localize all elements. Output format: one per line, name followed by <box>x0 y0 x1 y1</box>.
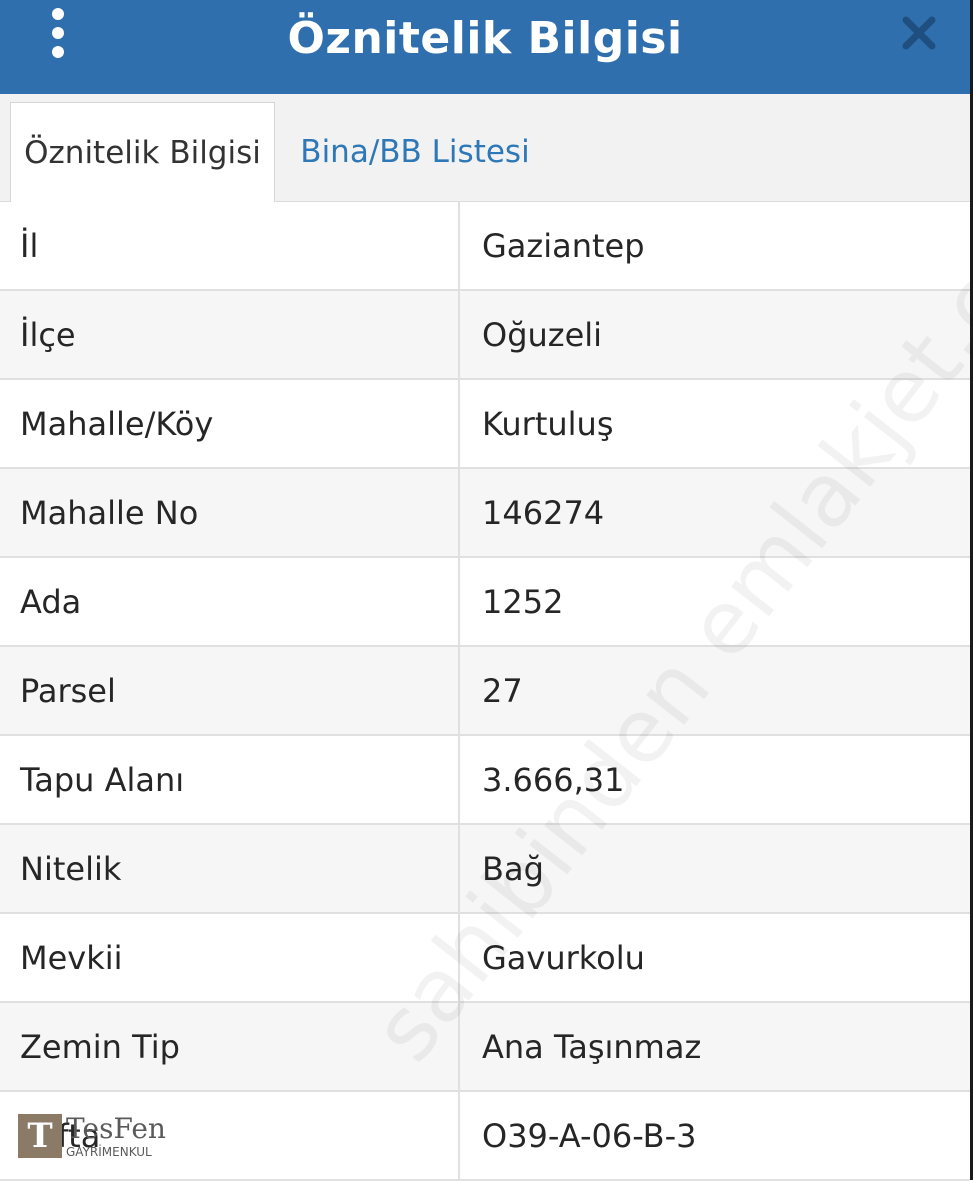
tab-bar: Öznitelik Bilgisi Bina/BB Listesi <box>0 94 970 202</box>
row-label: Zemin Tip <box>0 1003 460 1090</box>
table-row: Zemin Tip Ana Taşınmaz <box>0 1003 970 1092</box>
table-row: Mahalle/Köy Kurtuluş <box>0 380 970 469</box>
logo-text: TesFen GAYRİMENKUL <box>66 1111 166 1159</box>
close-icon[interactable] <box>898 12 940 54</box>
row-value: 3.666,31 <box>482 760 625 799</box>
row-label: Mahalle No <box>0 469 460 556</box>
row-value: 146274 <box>482 493 605 532</box>
row-value: O39-A-06-B-3 <box>482 1116 697 1155</box>
row-label: İlçe <box>0 291 460 378</box>
row-label: İl <box>0 202 460 289</box>
menu-dot <box>52 27 64 39</box>
logo-mark: T <box>18 1114 62 1158</box>
row-label: Mevkii <box>0 914 460 1001</box>
row-label: Tapu Alanı <box>0 736 460 823</box>
tab-bina-bb-listesi[interactable]: Bina/BB Listesi <box>285 102 545 202</box>
row-value: Bağ <box>482 849 544 888</box>
row-label: Mahalle/Köy <box>0 380 460 467</box>
row-value: Ana Taşınmaz <box>482 1027 702 1066</box>
menu-dot <box>52 8 64 20</box>
table-row: Mahalle No 146274 <box>0 469 970 558</box>
row-value: Gavurkolu <box>482 938 645 977</box>
row-value: Gaziantep <box>482 226 645 265</box>
logo-subtitle: GAYRİMENKUL <box>66 1144 152 1159</box>
table-row: Mevkii Gavurkolu <box>0 914 970 1003</box>
table-row: İlçe Oğuzeli <box>0 291 970 380</box>
row-label: Nitelik <box>0 825 460 912</box>
row-label: Parsel <box>0 647 460 734</box>
tab-oznitelik-bilgisi[interactable]: Öznitelik Bilgisi <box>10 102 275 202</box>
tesfen-logo: T TesFen GAYRİMENKUL <box>18 1110 168 1162</box>
row-value: Oğuzeli <box>482 315 603 354</box>
row-value: 27 <box>482 671 523 710</box>
page-title: Öznitelik Bilgisi <box>287 12 683 64</box>
attribute-table: İl Gaziantep İlçe Oğuzeli Mahalle/Köy Ku… <box>0 202 970 1181</box>
table-row: Parsel 27 <box>0 647 970 736</box>
table-row: Ada 1252 <box>0 558 970 647</box>
row-value: Kurtuluş <box>482 404 614 443</box>
app-header: Öznitelik Bilgisi <box>0 0 970 94</box>
row-value: 1252 <box>482 582 564 621</box>
menu-dot <box>52 46 64 58</box>
table-row: İl Gaziantep <box>0 202 970 291</box>
more-vertical-icon[interactable] <box>46 8 70 58</box>
table-row: Nitelik Bağ <box>0 825 970 914</box>
row-label: Ada <box>0 558 460 645</box>
logo-name: TesFen <box>66 1111 166 1145</box>
table-row: Tapu Alanı 3.666,31 <box>0 736 970 825</box>
